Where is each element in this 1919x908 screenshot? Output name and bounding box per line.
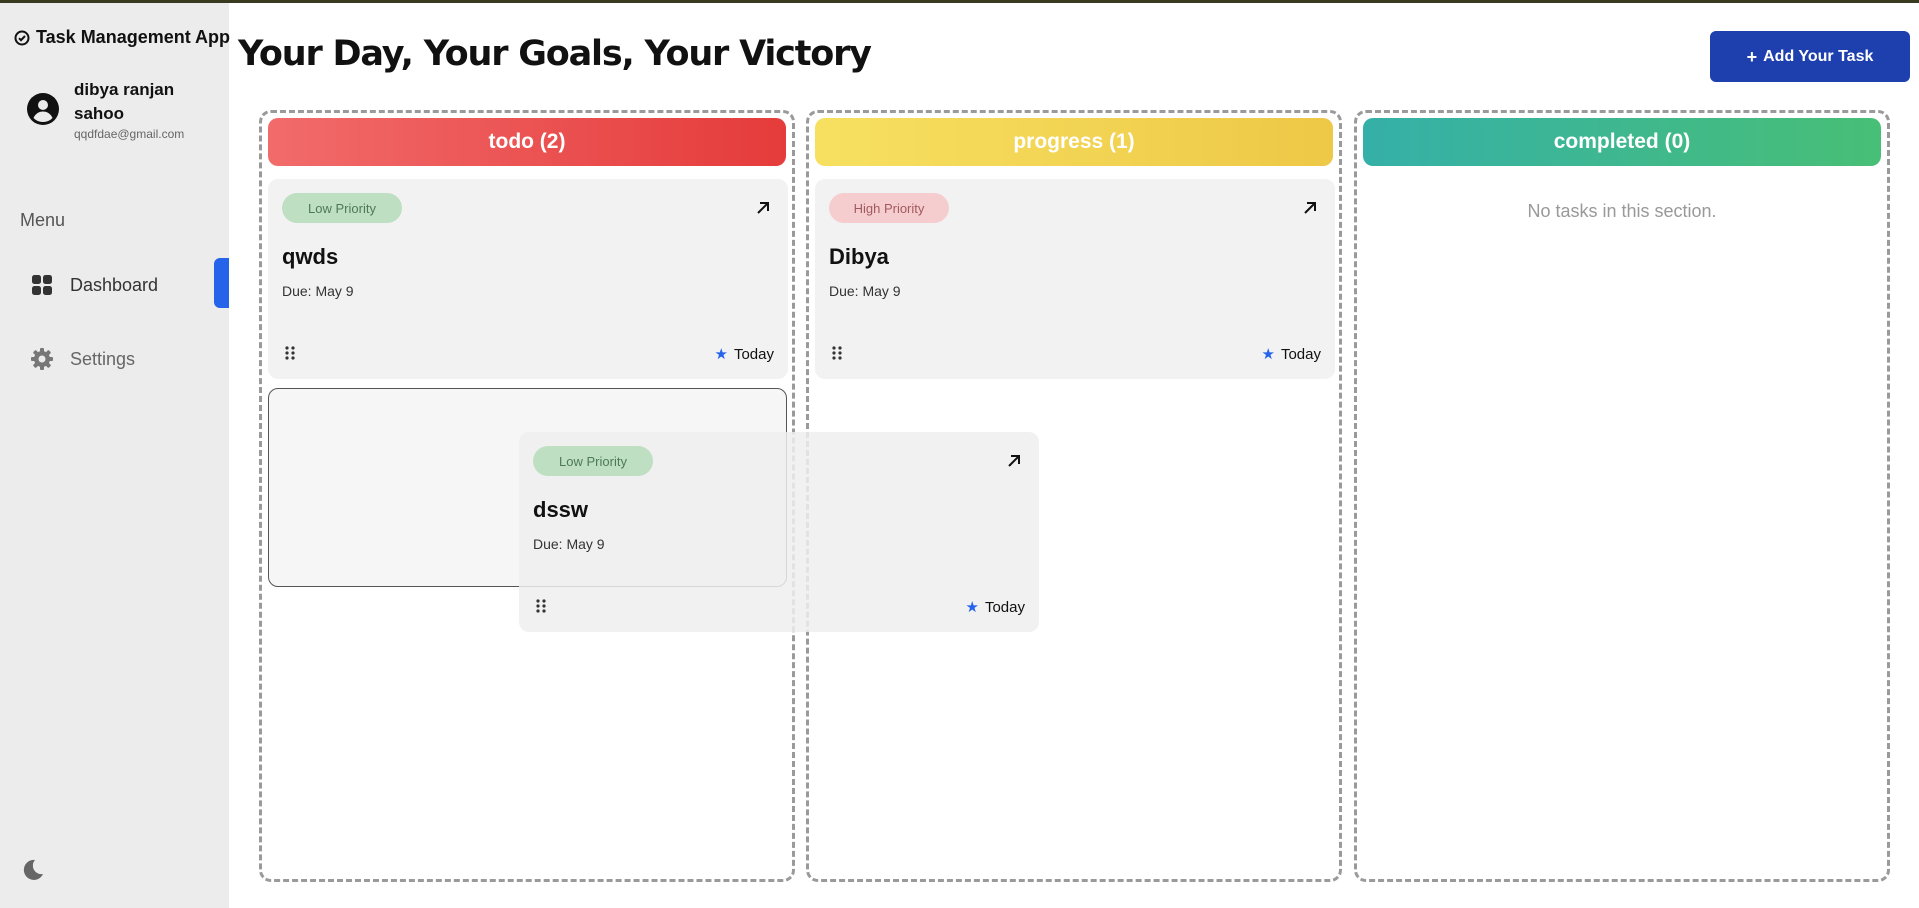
drag-handle-icon[interactable] (830, 344, 844, 362)
task-tag: ★ Today (965, 598, 1025, 617)
sidebar-item-settings[interactable]: Settings (30, 347, 135, 371)
task-card[interactable]: High Priority Dibya Due: May 9 ★ Today (815, 179, 1335, 379)
dragging-task-card[interactable]: Low Priority dssw Due: May 9 ★ Today (519, 432, 1039, 632)
task-title: Dibya (829, 244, 889, 269)
sidebar-item-label: Settings (70, 348, 136, 369)
drag-handle-icon[interactable] (283, 344, 297, 362)
column-header-completed: completed (0) (1363, 118, 1881, 166)
task-title: qwds (282, 244, 339, 269)
page-title: Your Day, Your Goals, Your Victory (238, 34, 872, 74)
column-header-progress: progress (1) (815, 118, 1333, 166)
arrow-up-right-icon[interactable] (1005, 452, 1023, 470)
task-tag-label: Today (1280, 345, 1321, 363)
add-task-label: Add Your Task (1763, 47, 1874, 65)
user-name: dibya ranjan sahoo (74, 80, 175, 123)
task-tag: ★ Today (1261, 345, 1321, 364)
task-due-date: Due: May 9 (533, 536, 605, 552)
active-nav-indicator (214, 258, 229, 308)
task-tag-label: Today (984, 598, 1025, 616)
priority-badge: Low Priority (282, 193, 402, 223)
app-title: Task Management App (14, 27, 230, 48)
sidebar-item-dashboard[interactable]: Dashboard (30, 273, 158, 297)
plus-icon: + (1746, 46, 1758, 67)
app-title-text: Task Management App (36, 27, 231, 47)
task-title: dssw (533, 497, 589, 522)
empty-column-message: No tasks in this section. (1527, 201, 1717, 221)
menu-label: Menu (20, 210, 66, 230)
task-tag: ★ Today (714, 345, 774, 364)
sidebar: Task Management App dibya ranjan sahoo q… (0, 3, 230, 908)
task-tag-label: Today (733, 345, 774, 363)
user-avatar-icon (27, 93, 59, 125)
priority-badge: Low Priority (533, 446, 653, 476)
user-profile: dibya ranjan sahoo qqdfdae@gmail.com (26, 78, 194, 141)
task-due-date: Due: May 9 (282, 283, 354, 299)
user-email: qqdfdae@gmail.com (74, 127, 185, 141)
task-card[interactable]: Low Priority qwds Due: May 9 ★ Today (268, 179, 788, 379)
add-task-button[interactable]: + Add Your Task (1710, 31, 1910, 82)
priority-badge: High Priority (829, 193, 949, 223)
drag-handle-icon[interactable] (534, 597, 548, 615)
star-icon: ★ (1261, 346, 1275, 363)
arrow-up-right-icon[interactable] (1301, 199, 1319, 217)
arrow-up-right-icon[interactable] (754, 199, 772, 217)
star-icon: ★ (965, 599, 979, 616)
top-border (0, 0, 1919, 3)
check-circle-icon (14, 30, 30, 45)
star-icon: ★ (714, 346, 728, 363)
column-header-todo: todo (2) (268, 118, 786, 166)
dashboard-icon (32, 275, 52, 295)
sidebar-item-label: Dashboard (70, 274, 159, 295)
gear-icon (31, 348, 53, 370)
moon-icon[interactable] (19, 857, 45, 883)
task-due-date: Due: May 9 (829, 283, 901, 299)
column-completed[interactable]: completed (0) No tasks in this section. (1354, 110, 1890, 882)
